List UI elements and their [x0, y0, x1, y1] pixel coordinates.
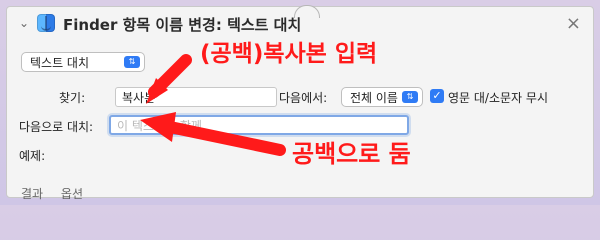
example-label: 예제:: [19, 149, 46, 163]
ignore-case-checkbox[interactable]: ✓: [430, 89, 444, 103]
replace-input[interactable]: 이 텍스트와 함께: [109, 115, 409, 135]
find-input[interactable]: 복사본: [115, 87, 277, 107]
find-label: 찾기:: [59, 91, 86, 105]
window-title: Finder 항목 이름 변경: 텍스트 대치: [63, 16, 302, 34]
tab-results[interactable]: 결과: [21, 187, 43, 201]
select-arrows-icon: ⇅: [402, 91, 418, 103]
where-select-value: 전체 이름: [350, 90, 398, 105]
find-value: 복사본: [122, 90, 156, 105]
annotation-bottom-text: 공백으로 둠: [292, 140, 411, 168]
replace-placeholder: 이 텍스트와 함께: [117, 118, 202, 133]
select-arrows-icon: ⇅: [124, 56, 140, 68]
bottom-tabs: 결과 옵션: [21, 185, 97, 202]
close-icon[interactable]: ×: [566, 13, 581, 34]
tab-options[interactable]: 옵션: [61, 187, 83, 201]
collapse-chevron-icon[interactable]: ⌄: [19, 16, 29, 30]
finder-icon: [37, 14, 55, 32]
annotation-top-text: (공백)복사본 입력: [200, 41, 378, 67]
mode-select[interactable]: 텍스트 대치 ⇅: [21, 52, 145, 72]
mode-select-value: 텍스트 대치: [30, 55, 90, 70]
where-select[interactable]: 전체 이름 ⇅: [341, 87, 423, 107]
where-label: 다음에서:: [279, 91, 328, 105]
ignore-case-label: 영문 대/소문자 무시: [448, 91, 548, 105]
replace-label: 다음으로 대치:: [19, 120, 94, 134]
